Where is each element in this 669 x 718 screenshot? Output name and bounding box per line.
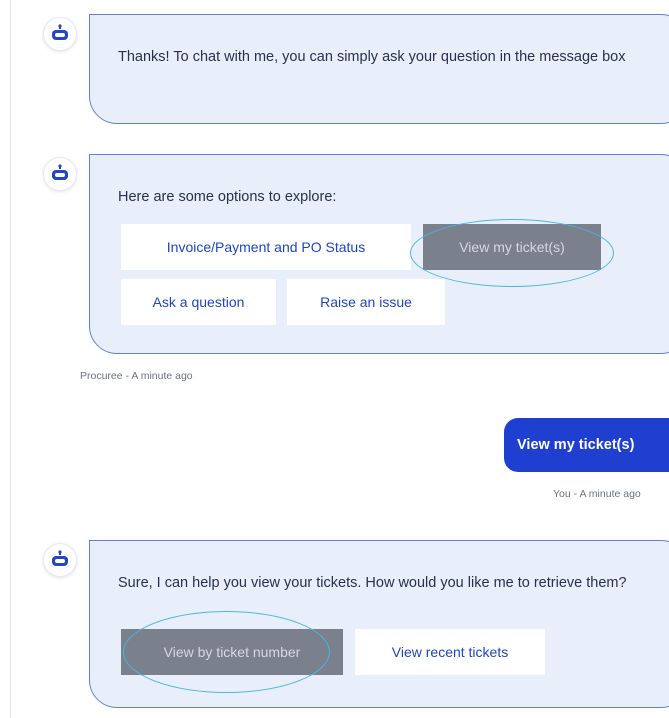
user-message-bubble: View my ticket(s)	[504, 418, 669, 472]
chat-panel-divider	[10, 0, 11, 718]
bot-avatar	[44, 158, 76, 190]
raise-an-issue-button[interactable]: Raise an issue	[287, 279, 445, 325]
bot-icon	[52, 550, 68, 566]
user-message-meta: You - A minute ago	[553, 488, 641, 500]
invoice-payment-po-status-button[interactable]: Invoice/Payment and PO Status	[121, 224, 411, 270]
welcome-message-text: Thanks! To chat with me, you can simply …	[118, 49, 626, 65]
bot-message-options: Here are some options to explore: Invoic…	[89, 154, 669, 354]
bot-avatar	[44, 18, 76, 50]
bot-icon	[52, 164, 68, 180]
options-intro-text: Here are some options to explore:	[118, 189, 337, 205]
bot-message-tickets: Sure, I can help you view your tickets. …	[89, 540, 669, 708]
ask-a-question-button[interactable]: Ask a question	[121, 279, 276, 325]
bot-message-meta: Procuree - A minute ago	[80, 370, 193, 382]
tickets-message-text: Sure, I can help you view your tickets. …	[118, 575, 627, 591]
bot-avatar	[44, 544, 76, 576]
view-my-tickets-button[interactable]: View my ticket(s)	[423, 224, 601, 270]
view-by-ticket-number-button[interactable]: View by ticket number	[121, 629, 343, 675]
bot-message-welcome: Thanks! To chat with me, you can simply …	[89, 14, 669, 124]
view-recent-tickets-button[interactable]: View recent tickets	[355, 629, 545, 675]
bot-icon	[52, 24, 68, 40]
